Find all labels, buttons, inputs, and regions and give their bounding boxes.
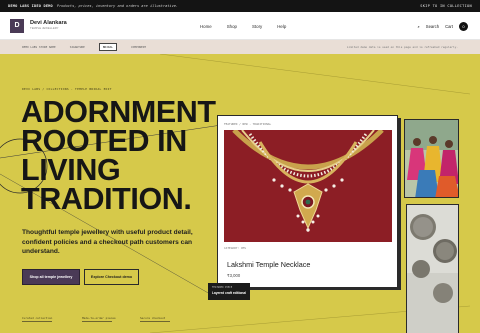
subnav-component[interactable]: COMPONENT [131, 45, 146, 49]
coins-photo[interactable] [406, 204, 459, 333]
dancers-photo[interactable] [404, 119, 459, 198]
hero-breadcrumb: DEVI LABS / COLLECTIONS · TEMPLE BRIDAL … [22, 87, 112, 91]
ticket-label: FEATURED PIECE [212, 286, 233, 289]
search-link[interactable]: Search [426, 24, 439, 29]
cart-link[interactable]: Cart [445, 24, 453, 29]
header-actions: ⌕ Search Cart 0 [417, 12, 468, 40]
meta-label: Secure checkout [140, 316, 166, 320]
product-price: ₹3,000 [227, 273, 241, 278]
featured-product-card[interactable]: FEATURED / NEW · TRADITIONAL Lakshmi Tem… [217, 115, 398, 288]
announcement-tag: DEMO LABS IDEO DEMO [8, 4, 53, 8]
skip-link[interactable]: SKIP TO IN COLLECTION [420, 4, 472, 8]
product-name[interactable]: Lakshmi Temple Necklace [227, 260, 310, 269]
hero-meta-item: Curated collection [22, 316, 52, 322]
store-label: DEMO LABS STORE NAME [22, 45, 56, 49]
hero-section: DEVI LABS / COLLECTIONS · TEMPLE BRIDAL … [0, 54, 480, 333]
meta-label: Made-to-order pieces [82, 316, 116, 320]
coins-image [407, 205, 458, 333]
nav-story[interactable]: Story [252, 24, 262, 29]
product-image[interactable] [224, 130, 392, 242]
brand[interactable]: Devi Alankara TEMPLE JEWELLERY [30, 20, 67, 31]
nav-help[interactable]: Help [277, 24, 286, 29]
sub-navigation: DEMO LABS STORE NAME SIGNATURE BRIDAL CO… [0, 40, 480, 54]
brand-subtitle: TEMPLE JEWELLERY [30, 26, 59, 31]
hero-meta-item: Made-to-order pieces [82, 316, 116, 322]
headline-line: ADORNMENT [21, 95, 216, 129]
explore-checkout-button[interactable]: Explore Checkout demo [84, 269, 139, 285]
dancers-image [405, 120, 458, 197]
logo-mark[interactable]: D [10, 18, 24, 33]
nav-home[interactable]: Home [200, 24, 212, 29]
cart-count-badge[interactable]: 0 [459, 21, 468, 31]
site-header: D Devi Alankara TEMPLE JEWELLERY Home Sh… [0, 12, 480, 40]
headline-line: TRADITION. [21, 182, 192, 216]
featured-ticket: FEATURED PIECE Layered craft editional [208, 283, 250, 300]
hero-headline: ADORNMENT ROOTED IN LIVING TRADITION. [21, 95, 221, 216]
card-breadcrumb: FEATURED / NEW · TRADITIONAL [224, 122, 272, 126]
hero-meta-item: Secure checkout [140, 316, 170, 322]
demo-data-note: Limited demo data is used on this page a… [346, 45, 458, 49]
search-icon[interactable]: ⌕ [417, 24, 419, 29]
headline-line: LIVING [21, 153, 121, 187]
announcement-bar: DEMO LABS IDEO DEMO Products, prices, in… [0, 0, 480, 12]
shop-all-button[interactable]: Shop all temple jewellery [22, 269, 80, 285]
subnav-signature[interactable]: SIGNATURE [70, 45, 85, 49]
subnav-bridal-chip[interactable]: BRIDAL [98, 43, 117, 51]
nav-shop[interactable]: Shop [227, 24, 237, 29]
main-nav: Home Shop Story Help [200, 12, 286, 40]
product-category-tag: CATEGORY: CMS [224, 246, 246, 250]
meta-label: Curated collection [22, 316, 53, 320]
announcement-notice: Products, prices, inventory and orders a… [56, 4, 179, 8]
ticket-value: Layered craft editional [212, 291, 247, 295]
necklace-illustration [224, 130, 392, 242]
hero-lead: Thoughtful temple jewellery with useful … [22, 229, 193, 256]
headline-line: ROOTED IN [21, 124, 187, 158]
